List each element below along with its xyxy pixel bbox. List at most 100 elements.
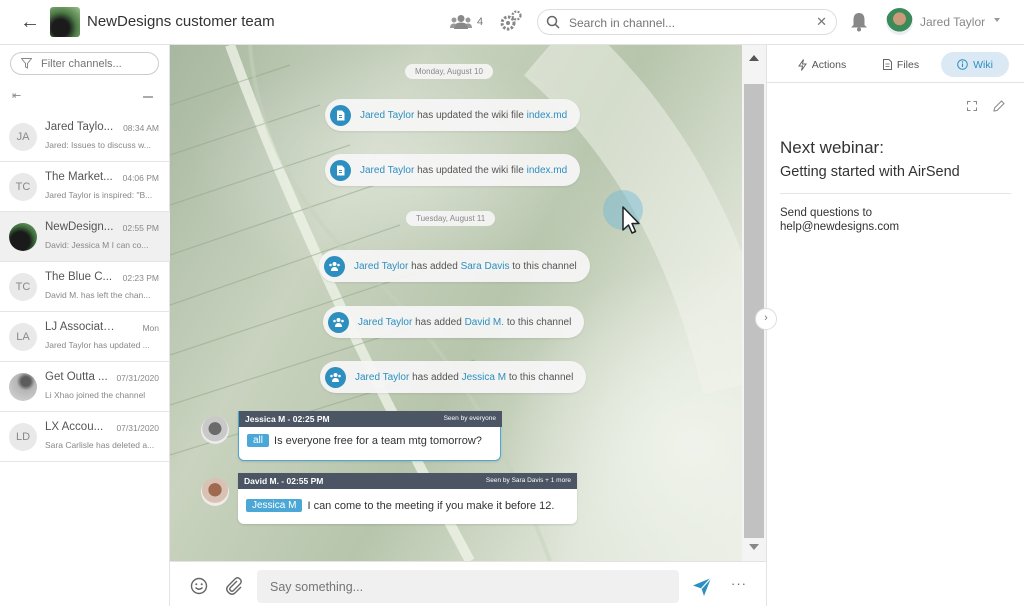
event-text: has updated the wiki file — [417, 164, 524, 176]
edit-pencil-icon[interactable] — [993, 100, 1005, 112]
message-bubble[interactable]: Jessica M - 02:25 PM Seen by everyone al… — [238, 411, 502, 461]
tab-wiki[interactable]: Wiki — [941, 52, 1009, 77]
tab-label: Wiki — [973, 58, 993, 71]
more-options-icon[interactable]: ··· — [731, 576, 747, 591]
message-header: Jessica M - 02:25 PM Seen by everyone — [239, 411, 502, 427]
system-event: Jared Taylor has added David M. to this … — [323, 306, 585, 338]
message-text: Is everyone free for a team mtg tomorrow… — [274, 434, 482, 447]
channel-item[interactable]: LA LJ Associates Mon Jared Taylor has up… — [0, 312, 170, 362]
event-actor-link[interactable]: Jared Taylor — [360, 110, 414, 121]
file-icon — [330, 159, 351, 181]
channel-preview: Jared Taylor is inspired: "B... — [45, 190, 153, 200]
message-bubble[interactable]: David M. - 02:55 PM Seen by Sara Davis +… — [238, 473, 577, 524]
attach-paperclip-icon[interactable] — [225, 576, 243, 596]
event-actor-link[interactable]: Jared Taylor — [358, 317, 412, 328]
channel-item[interactable]: TC The Blue C... 02:23 PM David M. has l… — [0, 262, 170, 312]
event-target-link[interactable]: index.md — [527, 165, 568, 176]
wiki-heading: Next webinar: — [780, 138, 884, 157]
channel-item[interactable]: LD LX Accou... 07/31/2020 Sara Carlisle … — [0, 412, 170, 462]
member-count: 4 — [477, 16, 484, 28]
emoji-icon[interactable] — [190, 577, 208, 595]
event-target-link[interactable]: Jessica M — [462, 372, 506, 383]
channel-preview: David M. has left the chan... — [45, 290, 151, 300]
tab-label: Files — [896, 58, 920, 71]
minimize-icon[interactable] — [143, 96, 153, 98]
header-bar: ← NewDesigns customer team 4 ✕ Jared Tay… — [0, 0, 1024, 45]
filter-channels-input[interactable] — [41, 57, 151, 71]
file-icon — [330, 104, 351, 126]
channel-item[interactable]: TC The Market... 04:06 PM Jared Taylor i… — [0, 162, 170, 212]
system-event: Jared Taylor has added Jessica M to this… — [320, 361, 587, 393]
event-target-link[interactable]: index.md — [527, 110, 568, 121]
channel-sidebar: ⇤ JA Jared Taylo... 08:34 AM Jared: Issu… — [0, 45, 170, 606]
expand-icon[interactable] — [967, 101, 977, 111]
message-composer: ··· — [170, 561, 766, 606]
channel-title: NewDesigns customer team — [87, 13, 275, 30]
channel-name: LJ Associates — [45, 321, 115, 333]
channel-avatar-initials: LD — [9, 423, 37, 451]
mouse-pointer-icon — [622, 206, 640, 234]
channel-name: Get Outta ... — [45, 371, 108, 383]
message-sender: David M. - 02:55 PM — [244, 476, 324, 486]
tab-actions[interactable]: Actions — [787, 52, 857, 77]
seen-status: Seen by Sara Davis + 1 more — [485, 477, 571, 484]
tab-label: Actions — [811, 58, 847, 71]
send-icon[interactable] — [692, 577, 712, 597]
side-panel: Actions Files Wiki Next webinar: Getting… — [766, 45, 1024, 606]
channel-time: Mon — [142, 323, 159, 333]
event-target-link[interactable]: David M. — [465, 317, 504, 328]
avatar[interactable] — [201, 478, 229, 506]
panel-tabs: Actions Files Wiki — [767, 45, 1024, 83]
system-event: Jared Taylor has updated the wiki file i… — [325, 154, 581, 186]
tab-files[interactable]: Files — [873, 52, 929, 77]
mention-tag[interactable]: Jessica M — [246, 499, 303, 512]
event-target-link[interactable]: Sara Davis — [461, 261, 510, 272]
channel-item[interactable]: Get Outta ... 07/31/2020 Li Xhao joined … — [0, 362, 170, 412]
channel-time: 02:55 PM — [122, 223, 159, 233]
back-arrow-icon[interactable]: ← — [18, 11, 42, 33]
user-avatar[interactable] — [886, 8, 913, 35]
collapse-sidebar-icon[interactable]: ⇤ — [12, 90, 26, 102]
channel-avatar-image — [9, 223, 37, 251]
message-input[interactable] — [257, 570, 679, 603]
settings-gear-icon[interactable] — [500, 10, 522, 32]
message-text: I can come to the meeting if you make it… — [307, 499, 555, 512]
document-icon — [882, 59, 892, 70]
channel-name: The Market... — [45, 171, 113, 183]
event-actor-link[interactable]: Jared Taylor — [355, 372, 409, 383]
channel-avatar[interactable] — [50, 7, 80, 37]
message-area: Monday, August 10 Jared Taylor has updat… — [170, 45, 742, 561]
channel-preview: Jared: Issues to discuss w... — [45, 140, 151, 150]
filter-funnel-icon — [21, 58, 32, 69]
search-input[interactable] — [569, 14, 809, 31]
collapse-panel-chevron-icon[interactable]: › — [755, 308, 777, 330]
event-suffix: to this channel — [506, 316, 572, 328]
seen-status: Seen by everyone — [443, 415, 496, 422]
members-button[interactable]: 4 — [450, 12, 483, 32]
user-menu-chevron-down-icon[interactable] — [994, 18, 1000, 22]
event-actor-link[interactable]: Jared Taylor — [354, 261, 408, 272]
event-actor-link[interactable]: Jared Taylor — [360, 165, 414, 176]
members-icon — [328, 311, 349, 333]
user-name[interactable]: Jared Taylor — [920, 15, 985, 29]
clear-search-icon[interactable]: ✕ — [816, 14, 827, 30]
channel-time: 08:34 AM — [123, 123, 159, 133]
channel-preview: David: Jessica M I can co... — [45, 240, 149, 250]
members-icon — [324, 255, 345, 277]
channel-avatar-initials: TC — [9, 173, 37, 201]
channel-item[interactable]: JA Jared Taylo... 08:34 AM Jared: Issues… — [0, 112, 170, 162]
scroll-down-arrow-icon[interactable] — [749, 544, 759, 550]
channel-time: 07/31/2020 — [116, 373, 159, 383]
search-icon — [546, 15, 560, 29]
mention-tag[interactable]: all — [247, 434, 270, 447]
channel-search[interactable]: ✕ — [537, 9, 837, 35]
avatar[interactable] — [201, 416, 229, 444]
wiki-subheading: Getting started with AirSend — [780, 164, 960, 180]
members-icon — [450, 15, 472, 29]
filter-channels[interactable] — [10, 52, 159, 75]
notifications-bell-icon[interactable] — [850, 12, 868, 32]
scroll-up-arrow-icon[interactable] — [749, 55, 759, 61]
event-text: has updated the wiki file — [417, 109, 524, 121]
message-scrollbar[interactable] — [742, 45, 766, 561]
channel-item-active[interactable]: NewDesign... 02:55 PM David: Jessica M I… — [0, 212, 170, 262]
